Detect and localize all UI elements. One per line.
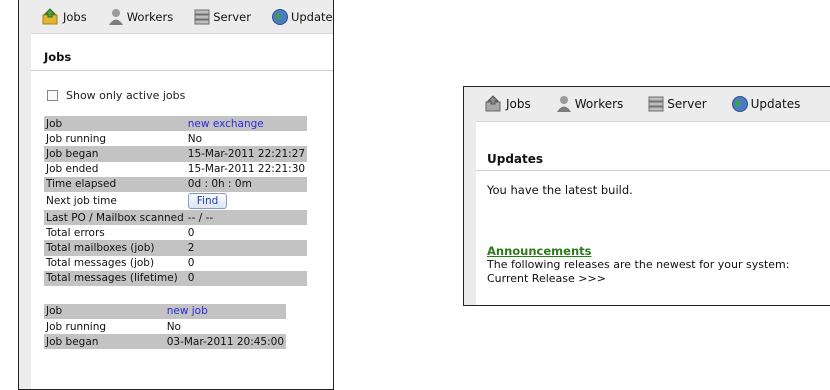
table-row: Job new job: [44, 303, 286, 320]
workers-icon: [108, 9, 123, 25]
job-name-link[interactable]: new job: [167, 305, 208, 317]
server-icon: [648, 96, 664, 112]
nav-server-label: Server: [213, 10, 251, 24]
row-label: Total messages (job): [44, 255, 186, 271]
jobs-window: Jobs Workers Server Updates Jobs Show on…: [18, 0, 334, 390]
nav-workers-label: Workers: [574, 97, 624, 111]
row-value: 0d : 0h : 0m: [185, 176, 308, 192]
row-value: 2: [185, 240, 308, 256]
updates-window: Jobs Workers Server Updates Updates You …: [463, 86, 830, 306]
row-label: Last PO / Mailbox scanned: [44, 209, 186, 226]
nav-jobs-label: Jobs: [506, 97, 531, 111]
row-value: No: [164, 319, 286, 335]
table-row: Last PO / Mailbox scanned -- / --: [44, 209, 308, 226]
row-label: Job running: [44, 131, 186, 147]
table-row: Total errors 0: [44, 225, 308, 241]
current-release-link[interactable]: Current Release >>>: [487, 272, 830, 285]
row-label: Total messages (lifetime): [44, 270, 186, 286]
row-value: -- / --: [185, 209, 308, 226]
nav-server-label: Server: [667, 97, 707, 111]
nav-bar: Jobs Workers Server Updates: [41, 4, 333, 30]
job-table: Job new job Job running No Job began 03-…: [44, 303, 286, 350]
nav-updates[interactable]: Updates: [731, 95, 801, 113]
jobs-icon: [42, 8, 58, 25]
workers-icon: [556, 96, 571, 112]
nav-server[interactable]: Server: [193, 8, 251, 26]
jobs-content: Jobs Show only active jobs Job new excha…: [31, 33, 333, 389]
jobs-icon: [485, 95, 501, 112]
table-row: Total mailboxes (job) 2: [44, 240, 308, 256]
job-name-link[interactable]: new exchange: [188, 118, 264, 130]
active-only-checkbox[interactable]: [47, 90, 58, 101]
row-label: Job: [44, 303, 165, 320]
updates-icon: [271, 9, 288, 25]
row-label: Next job time: [44, 191, 186, 210]
page-title: Updates: [476, 122, 830, 171]
row-label: Job: [44, 116, 186, 132]
table-row: Job running No: [44, 131, 308, 147]
nav-updates-label: Updates: [290, 10, 334, 24]
table-row: Total messages (job) 0: [44, 255, 308, 271]
row-value: 0: [185, 270, 308, 286]
nav-server[interactable]: Server: [647, 95, 707, 113]
active-filter-row: Show only active jobs: [47, 89, 333, 102]
nav-workers-label: Workers: [126, 10, 174, 24]
table-row: Next job time Find: [44, 191, 308, 210]
server-icon: [194, 9, 210, 25]
row-label: Job ended: [44, 161, 186, 177]
row-label: Job running: [44, 319, 165, 335]
update-status: You have the latest build.: [487, 183, 633, 197]
announcements-text: The following releases are the newest fo…: [487, 258, 790, 271]
nav-bar: Jobs Workers Server Updates: [484, 92, 830, 116]
table-row: Total messages (lifetime) 0: [44, 270, 308, 286]
announcements-link[interactable]: Announcements: [487, 244, 830, 258]
active-filter-label: Show only active jobs: [66, 89, 186, 102]
nav-workers[interactable]: Workers: [555, 95, 624, 113]
row-label: Total mailboxes (job): [44, 240, 186, 256]
row-value: 0: [185, 255, 308, 271]
table-row: Job ended 15-Mar-2011 22:21:30: [44, 161, 308, 177]
row-value: 03-Mar-2011 20:45:00: [164, 334, 286, 350]
row-value: No: [185, 131, 308, 147]
row-value: 0: [185, 225, 308, 241]
table-row: Job began 15-Mar-2011 22:21:27: [44, 146, 308, 162]
updates-content: Updates You have the latest build. Annou…: [476, 121, 830, 305]
row-label: Total errors: [44, 225, 186, 241]
nav-jobs[interactable]: Jobs: [41, 8, 87, 26]
table-row: Job new exchange: [44, 116, 308, 132]
nav-jobs-label: Jobs: [63, 10, 87, 24]
row-value: 15-Mar-2011 22:21:30: [185, 161, 308, 177]
nav-updates[interactable]: Updates: [271, 8, 334, 26]
nav-updates-label: Updates: [750, 97, 801, 111]
row-label: Time elapsed: [44, 176, 186, 192]
page-title: Jobs: [31, 34, 333, 71]
job-table: Job new exchange Job running No Job bega…: [44, 116, 308, 286]
table-row: Job running No: [44, 319, 286, 335]
nav-workers[interactable]: Workers: [107, 8, 174, 26]
nav-jobs[interactable]: Jobs: [484, 95, 531, 113]
row-value: 15-Mar-2011 22:21:27: [185, 146, 308, 162]
row-label: Job began: [44, 334, 165, 350]
table-row: Job began 03-Mar-2011 20:45:00: [44, 334, 286, 350]
find-button[interactable]: Find: [187, 192, 228, 209]
row-label: Job began: [44, 146, 186, 162]
updates-icon: [731, 96, 748, 112]
table-row: Time elapsed 0d : 0h : 0m: [44, 176, 308, 192]
